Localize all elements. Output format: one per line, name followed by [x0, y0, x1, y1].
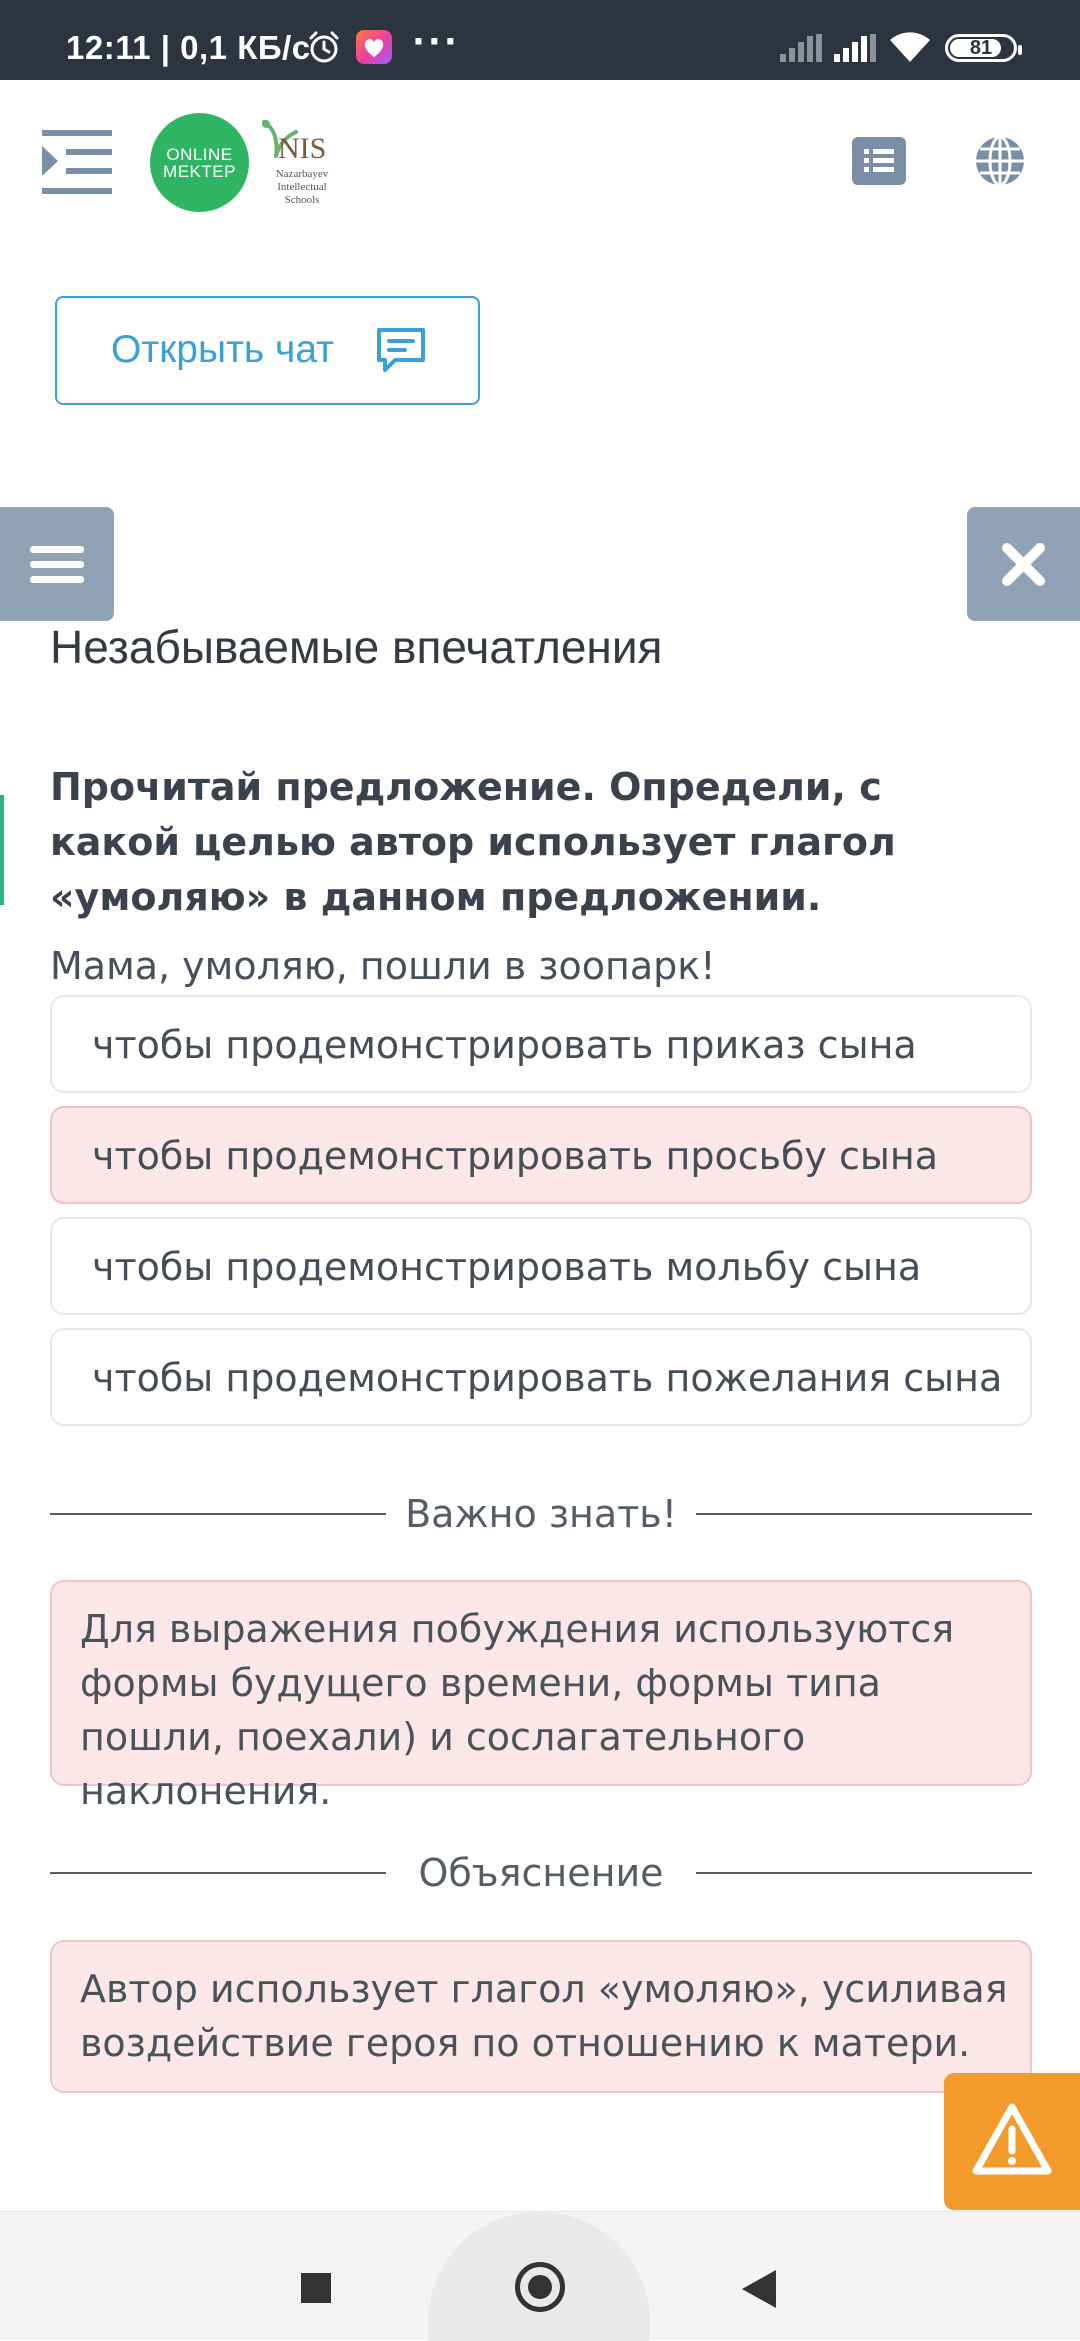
explanation-divider: Объяснение — [50, 1843, 1032, 1903]
nis-logo-title: NIS — [278, 132, 327, 165]
nis-logo-subtitle: Nazarbayev Intellectual Schools — [275, 168, 329, 206]
signal-icon — [780, 34, 822, 62]
answer-option[interactable]: чтобы продемонстрировать приказ сына — [50, 995, 1032, 1093]
close-icon — [1002, 543, 1045, 586]
logo-text-mektep: MEKTEP — [163, 161, 236, 181]
close-button[interactable] — [967, 507, 1080, 621]
globe-icon[interactable] — [974, 135, 1026, 187]
explanation-box: Автор использует глагол «умоляю», усилив… — [50, 1940, 1032, 2093]
app-notification-icon — [356, 30, 392, 64]
open-chat-button[interactable]: Открыть чат — [55, 296, 480, 405]
back-icon[interactable] — [742, 2270, 776, 2308]
hamburger-icon — [30, 546, 84, 583]
report-problem-button[interactable] — [944, 2073, 1080, 2210]
open-chat-label: Открыть чат — [111, 328, 335, 371]
home-icon[interactable] — [515, 2262, 565, 2312]
list-icon — [864, 149, 894, 172]
recent-apps-icon[interactable] — [301, 2273, 331, 2303]
chat-icon — [377, 328, 425, 372]
more-notifications-icon: ··· — [412, 22, 460, 62]
important-note-box: Для выражения побуждения используются фо… — [50, 1580, 1032, 1813]
question-text: Прочитай предложение. Определи, с какой … — [50, 765, 896, 919]
answer-option[interactable]: чтобы продемонстрировать мольбу сына — [50, 1217, 1032, 1315]
answer-option-selected[interactable]: чтобы продемонстрировать просьбу сына — [50, 1106, 1032, 1204]
status-bar: 12:11 | 0,1 КБ/с ··· 81 — [0, 0, 1080, 80]
signal-icon — [834, 34, 876, 62]
menu-toggle-icon[interactable] — [42, 130, 112, 194]
status-time: 12:11 | 0,1 КБ/с — [66, 29, 311, 66]
battery-icon: 81 — [945, 34, 1022, 62]
wifi-icon — [890, 32, 930, 62]
answer-option-text: чтобы продемонстрировать приказ сына — [92, 1023, 917, 1067]
warning-icon — [972, 2103, 1052, 2175]
explanation-heading: Объяснение — [418, 1851, 664, 1895]
logo-text-online: ONLINE — [166, 144, 233, 164]
battery-level: 81 — [969, 36, 993, 59]
example-sentence: Мама, умоляю, пошли в зоопарк! — [50, 944, 716, 988]
online-mektep-logo[interactable]: ONLINE MEKTEP — [150, 113, 249, 212]
side-accent-bar — [0, 795, 4, 905]
lesson-title: Незабываемые впечатления — [50, 621, 663, 673]
important-note-text: Для выражения побуждения используются фо… — [80, 1607, 955, 1813]
contents-list-button[interactable] — [852, 137, 906, 185]
answer-option[interactable]: чтобы продемонстрировать пожелания сына — [50, 1328, 1032, 1426]
important-heading: Важно знать! — [405, 1492, 677, 1536]
answer-option-text: чтобы продемонстрировать пожелания сына — [92, 1356, 1003, 1400]
system-navigation-bar — [0, 2211, 1080, 2341]
explanation-text: Автор использует глагол «умоляю», усилив… — [80, 1967, 1008, 2065]
important-divider: Важно знать! — [50, 1484, 1032, 1544]
sidebar-menu-button[interactable] — [0, 507, 114, 621]
alarm-icon — [309, 31, 339, 63]
app-header: ONLINE MEKTEP NIS Nazarbayev Intellectua… — [0, 80, 1080, 240]
answer-option-text: чтобы продемонстрировать просьбу сына — [92, 1134, 939, 1178]
answer-option-text: чтобы продемонстрировать мольбу сына — [92, 1245, 922, 1289]
